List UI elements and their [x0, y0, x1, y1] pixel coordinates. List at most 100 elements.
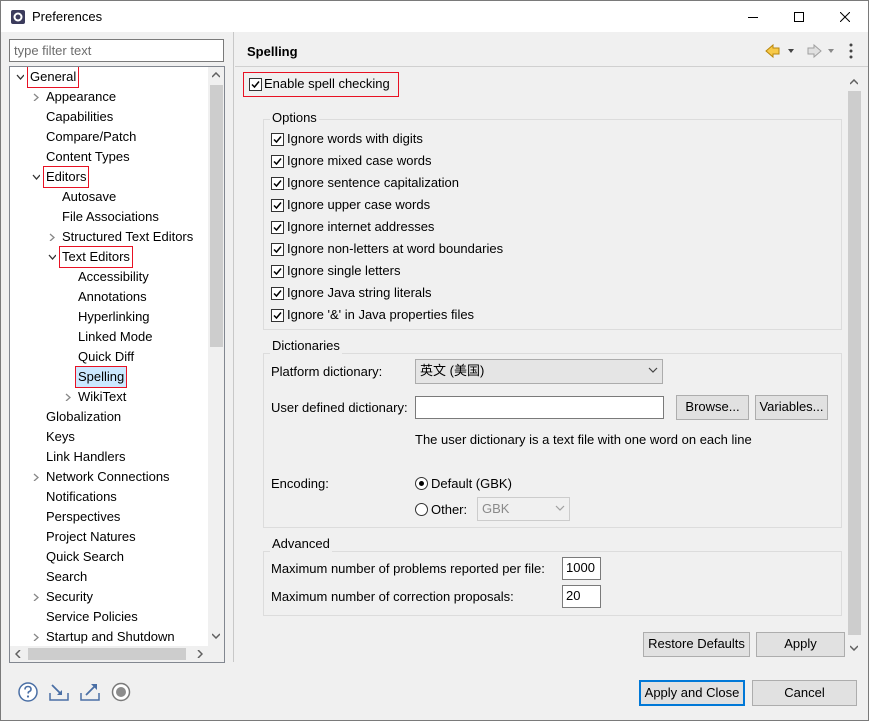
tree-item-startup-and-shutdown[interactable]: Startup and Shutdown: [10, 627, 206, 647]
tree-item-network-connections[interactable]: Network Connections: [10, 467, 206, 487]
variables-button[interactable]: Variables...: [755, 395, 828, 420]
forward-menu-chevron-icon[interactable]: [828, 49, 834, 53]
collapsed-chevron-icon[interactable]: [32, 633, 40, 641]
back-menu-chevron-icon[interactable]: [788, 49, 794, 53]
tree-item-linked-mode[interactable]: Linked Mode: [10, 327, 206, 347]
tree-item-appearance[interactable]: Appearance: [10, 87, 206, 107]
tree-item-compare-patch[interactable]: Compare/Patch: [10, 127, 206, 147]
tree-vscroll-thumb[interactable]: [210, 85, 223, 347]
window-title: Preferences: [32, 9, 103, 24]
option-checkbox[interactable]: [271, 155, 284, 168]
title-bar: Preferences: [1, 1, 868, 32]
help-icon[interactable]: [17, 681, 39, 703]
tree-item-search[interactable]: Search: [10, 567, 206, 587]
maximize-button[interactable]: [776, 1, 822, 32]
scroll-left-icon: [15, 650, 21, 658]
tree-item-file-associations[interactable]: File Associations: [10, 207, 206, 227]
tree-item-label: Quick Diff: [78, 349, 135, 364]
tree-item-quick-diff[interactable]: Quick Diff: [10, 347, 206, 367]
option-checkbox[interactable]: [271, 309, 284, 322]
page-vscroll-thumb[interactable]: [848, 91, 861, 635]
tree-item-perspectives[interactable]: Perspectives: [10, 507, 206, 527]
forward-icon[interactable]: [807, 43, 822, 59]
tree-item-wikitext[interactable]: WikiText: [10, 387, 206, 407]
tree-item-quick-search[interactable]: Quick Search: [10, 547, 206, 567]
collapsed-chevron-icon[interactable]: [32, 93, 40, 101]
tree-item-accessibility[interactable]: Accessibility: [10, 267, 206, 287]
tree-item-security[interactable]: Security: [10, 587, 206, 607]
encoding-other-value: GBK: [482, 501, 510, 516]
tree-item-spelling[interactable]: Spelling: [10, 366, 206, 388]
apply-button[interactable]: Apply: [756, 632, 845, 657]
encoding-label: Encoding:: [271, 476, 329, 491]
view-menu-icon[interactable]: [849, 43, 853, 59]
tree-item-hyperlinking[interactable]: Hyperlinking: [10, 307, 206, 327]
browse-button[interactable]: Browse...: [676, 395, 749, 420]
tree-item-text-editors[interactable]: Text Editors: [10, 246, 206, 268]
tree-item-link-handlers[interactable]: Link Handlers: [10, 447, 206, 467]
pane-divider[interactable]: [233, 32, 234, 662]
encoding-other-radio[interactable]: [415, 503, 428, 516]
tree-item-label: Content Types: [46, 149, 130, 164]
collapsed-chevron-icon[interactable]: [32, 593, 40, 601]
minimize-button[interactable]: [730, 1, 776, 32]
export-icon[interactable]: [79, 681, 101, 703]
chevron-down-icon: [555, 505, 565, 511]
scroll-right-icon: [197, 650, 203, 658]
encoding-default-radio[interactable]: [415, 477, 428, 490]
record-icon[interactable]: [110, 681, 132, 703]
user-dictionary-input[interactable]: [415, 396, 664, 419]
collapsed-chevron-icon[interactable]: [32, 473, 40, 481]
check-icon: [273, 224, 282, 232]
platform-dictionary-combo[interactable]: 英文 (美国): [415, 359, 663, 384]
cancel-button[interactable]: Cancel: [752, 680, 857, 706]
option-checkbox[interactable]: [271, 199, 284, 212]
expanded-chevron-icon[interactable]: [16, 73, 24, 81]
tree-item-keys[interactable]: Keys: [10, 427, 206, 447]
check-icon: [273, 290, 282, 298]
apply-and-close-button[interactable]: Apply and Close: [639, 680, 745, 706]
restore-defaults-button[interactable]: Restore Defaults: [643, 632, 750, 657]
tree-item-notifications[interactable]: Notifications: [10, 487, 206, 507]
option-checkbox[interactable]: [271, 287, 284, 300]
tree-item-general[interactable]: General: [10, 67, 206, 88]
option-checkbox[interactable]: [271, 177, 284, 190]
max-problems-input[interactable]: 1000: [562, 557, 601, 580]
tree-hscroll-thumb[interactable]: [28, 648, 186, 660]
option-checkbox[interactable]: [271, 243, 284, 256]
option-checkbox[interactable]: [271, 221, 284, 234]
tree-item-editors[interactable]: Editors: [10, 166, 206, 188]
collapsed-chevron-icon[interactable]: [48, 233, 56, 241]
import-icon[interactable]: [48, 681, 70, 703]
tree-item-capabilities[interactable]: Capabilities: [10, 107, 206, 127]
tree-vertical-scrollbar[interactable]: [208, 67, 224, 646]
enable-spell-checkbox[interactable]: [249, 78, 262, 91]
option-checkbox[interactable]: [271, 133, 284, 146]
tree-item-project-natures[interactable]: Project Natures: [10, 527, 206, 547]
scroll-down-icon: [850, 645, 858, 651]
preferences-tree[interactable]: Startup and Shutdown Service Policies Secu…: [9, 66, 225, 663]
max-proposals-input[interactable]: 20: [562, 585, 601, 608]
collapsed-chevron-icon[interactable]: [64, 393, 72, 401]
expanded-chevron-icon[interactable]: [48, 253, 56, 261]
expanded-chevron-icon[interactable]: [32, 173, 40, 181]
page-vertical-scrollbar[interactable]: [846, 73, 863, 658]
tree-item-autosave[interactable]: Autosave: [10, 187, 206, 207]
tree-item-label: Capabilities: [46, 109, 114, 124]
tree-item-service-policies[interactable]: Service Policies: [10, 607, 206, 627]
check-icon: [273, 158, 282, 166]
chevron-down-icon: [648, 367, 658, 373]
back-icon[interactable]: [765, 43, 780, 59]
option-checkbox[interactable]: [271, 265, 284, 278]
tree-item-label: Security: [46, 589, 93, 604]
encoding-default-label: Default (GBK): [431, 476, 512, 491]
filter-input[interactable]: [9, 39, 224, 62]
option-label: Ignore non-letters at word boundaries: [287, 241, 504, 256]
close-button[interactable]: [822, 1, 868, 32]
tree-item-content-types[interactable]: Content Types: [10, 147, 206, 167]
tree-horizontal-scrollbar[interactable]: [10, 646, 224, 662]
tree-item-annotations[interactable]: Annotations: [10, 287, 206, 307]
tree-item-label: Linked Mode: [78, 329, 153, 344]
tree-item-globalization[interactable]: Globalization: [10, 407, 206, 427]
tree-item-structured-text-editors[interactable]: Structured Text Editors: [10, 227, 206, 247]
